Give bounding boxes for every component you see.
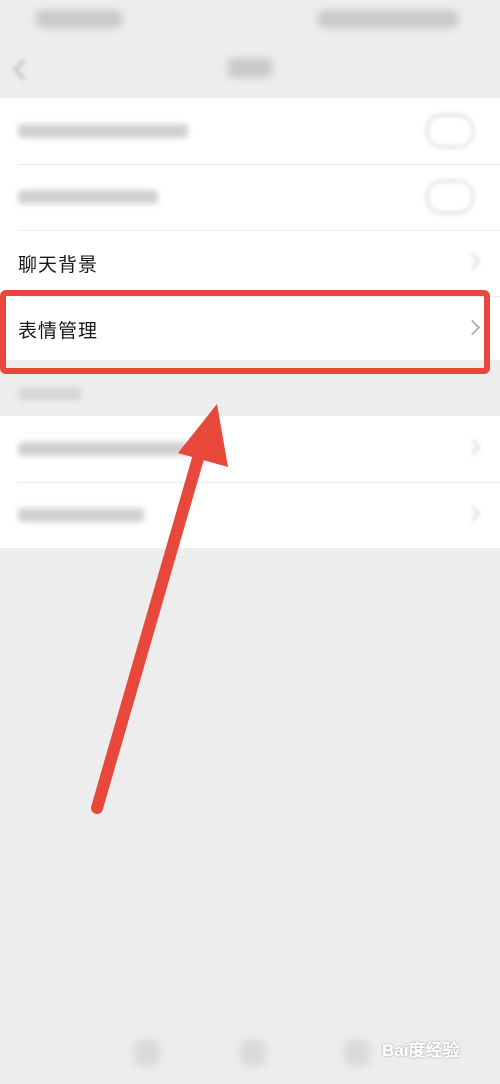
blurred-label xyxy=(18,124,188,138)
bottom-icon xyxy=(134,1040,160,1066)
settings-row-toggle-1[interactable] xyxy=(0,98,500,164)
settings-row-history-1[interactable] xyxy=(0,416,500,482)
settings-row-toggle-2[interactable] xyxy=(0,164,500,230)
chevron-right-icon xyxy=(464,505,481,522)
chevron-right-icon xyxy=(464,439,481,456)
status-bar-right-info xyxy=(318,10,458,28)
chat-background-label: 聊天背景 xyxy=(18,254,99,276)
watermark-logo: Bai度经验 xyxy=(382,1041,460,1060)
settings-row-chat-background[interactable]: 聊天背景 xyxy=(0,230,500,296)
status-bar xyxy=(0,0,500,40)
toggle-icon[interactable] xyxy=(426,180,474,214)
nav-bar xyxy=(0,40,500,98)
nav-title xyxy=(228,58,272,78)
chevron-right-icon xyxy=(464,253,481,270)
section-title-chat-history xyxy=(18,388,82,400)
bottom-icon xyxy=(240,1040,266,1066)
settings-group-chat-history xyxy=(0,416,500,548)
bottom-icon xyxy=(344,1040,370,1066)
back-arrow-icon[interactable] xyxy=(12,58,35,81)
blurred-label xyxy=(18,508,144,522)
settings-row-history-2[interactable] xyxy=(0,482,500,548)
blurred-label xyxy=(18,442,190,456)
status-bar-left-info xyxy=(36,10,122,28)
blurred-label xyxy=(18,190,158,204)
toggle-icon[interactable] xyxy=(426,114,474,148)
highlight-box xyxy=(0,290,490,374)
